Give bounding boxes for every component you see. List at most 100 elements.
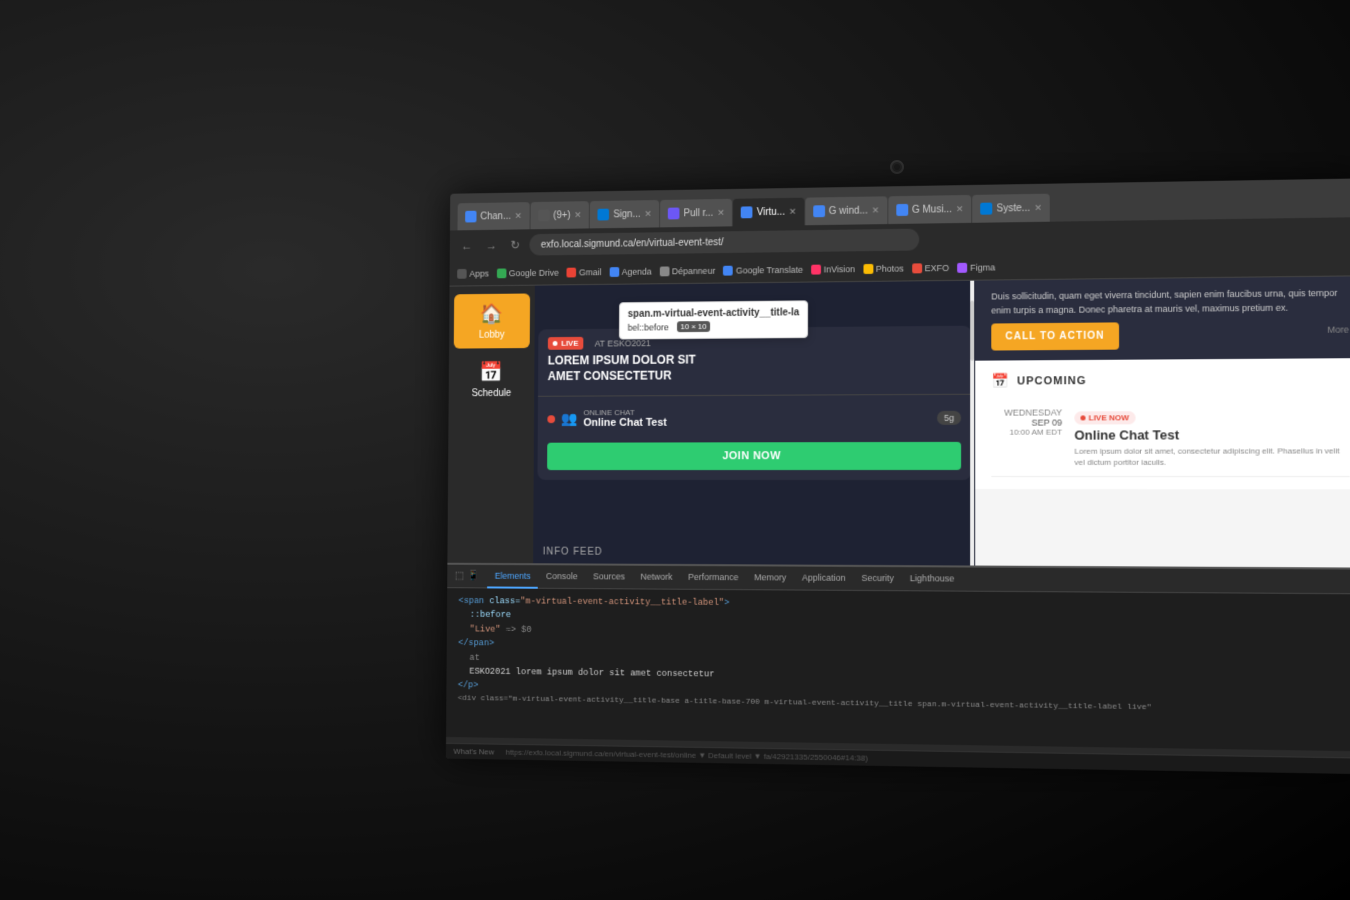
chat-row: 👥 ONLINE CHAT Online Chat Test 5g [538, 401, 971, 435]
devtools-tab-lighthouse[interactable]: Lighthouse [902, 567, 962, 591]
devtools-tab-elements[interactable]: Elements [487, 564, 538, 588]
event-date: WEDNESDAY SEP 09 10:00 AM EDT [991, 407, 1062, 468]
drive-icon [496, 268, 506, 278]
tab-close-icon[interactable]: ✕ [1034, 202, 1042, 213]
bookmark-label: Agenda [622, 266, 652, 276]
tab-label: Pull r... [684, 207, 714, 218]
bookmark-label: EXFO [925, 263, 950, 273]
bookmark-depanneur[interactable]: Dépanneur [659, 265, 715, 275]
upcoming-section: 📅 UPCOMING WEDNESDAY SEP 09 10:00 AM EDT [975, 358, 1350, 490]
bookmark-label: Apps [469, 268, 488, 278]
bookmark-label: Google Drive [509, 267, 559, 277]
tab-sign[interactable]: Sign... ✕ [590, 200, 659, 228]
tab-wind[interactable]: G wind... ✕ [805, 196, 887, 225]
event-sidebar: 🏠 Lobby 📅 Schedule [447, 286, 535, 564]
webcam [890, 160, 904, 174]
tab-chan[interactable]: Chan... ✕ [458, 202, 530, 230]
tab-sys[interactable]: Syste... ✕ [972, 194, 1049, 223]
event-row: WEDNESDAY SEP 09 10:00 AM EDT LIVE NOW O… [991, 398, 1349, 477]
tooltip-pseudo: bel::before [628, 322, 669, 332]
tab-virtual[interactable]: Virtu... ✕ [733, 198, 804, 227]
back-button[interactable]: ← [457, 237, 476, 255]
tab-label: (9+) [553, 210, 570, 221]
tab-label: G wind... [829, 205, 868, 216]
tab-close-icon[interactable]: ✕ [515, 210, 522, 221]
devtools-tab-security[interactable]: Security [854, 566, 902, 590]
activity-card: LIVE AT ESKO2021 LOREM IPSUM DOLOR SIT A… [537, 326, 971, 481]
bookmark-label: Dépanneur [672, 265, 715, 275]
sidebar-item-lobby[interactable]: 🏠 Lobby [454, 293, 530, 348]
join-button[interactable]: JOIN NOW [547, 442, 961, 470]
devtools-tab-application[interactable]: Application [794, 566, 854, 590]
gmail-icon [567, 267, 577, 277]
tab-close-icon[interactable]: ✕ [717, 207, 724, 218]
live-now-badge: LIVE NOW [1074, 411, 1135, 424]
devtools-element-picker[interactable]: ⬚ [455, 571, 464, 582]
bookmark-label: Google Translate [736, 264, 803, 275]
tab-music[interactable]: G Musi... ✕ [888, 195, 971, 224]
tab-favicon [538, 210, 550, 222]
scrollbar-thumb[interactable] [970, 301, 974, 361]
tab-pull[interactable]: Pull r... ✕ [660, 199, 732, 228]
event-details: LIVE NOW Online Chat Test Lorem ipsum do… [1074, 406, 1349, 468]
activity-divider [538, 394, 971, 397]
sidebar-item-schedule[interactable]: 📅 Schedule [453, 352, 529, 407]
activity-title: LOREM IPSUM DOLOR SIT AMET CONSECTETUR [548, 351, 961, 384]
cta-button[interactable]: CALL TO ACTION [991, 322, 1119, 350]
translate-icon [723, 265, 733, 275]
devtools-tab-performance[interactable]: Performance [680, 565, 746, 589]
devtools-tab-sources[interactable]: Sources [585, 565, 632, 589]
bookmark-invision[interactable]: InVision [811, 264, 855, 274]
event-name: Online Chat Test [1074, 427, 1349, 443]
event-right-panel: Duis sollicitudin, quam eget viverra tin… [975, 276, 1350, 567]
tab-close-icon[interactable]: ✕ [644, 208, 651, 219]
bookmark-agenda[interactable]: Agenda [609, 266, 652, 276]
tab-close-icon[interactable]: ✕ [872, 205, 879, 216]
bookmark-label: Figma [970, 262, 995, 272]
sidebar-lobby-label: Lobby [479, 330, 505, 341]
tab-notion[interactable]: (9+) ✕ [530, 201, 589, 229]
devtools-tab-network[interactable]: Network [633, 565, 681, 589]
more-link[interactable]: More [1327, 324, 1349, 334]
tab-label: Syste... [997, 202, 1031, 214]
event-description: Lorem ipsum dolor sit amet, consectetur … [1074, 445, 1349, 468]
info-feed-label: INFO FEED [533, 541, 975, 566]
forward-button[interactable]: → [482, 237, 501, 255]
devtools-responsive[interactable]: 📱 [468, 571, 480, 582]
bookmark-photos[interactable]: Photos [863, 263, 904, 273]
participant-count: 5g [937, 411, 961, 425]
tab-favicon [668, 208, 680, 220]
agenda-icon [609, 267, 619, 277]
calendar-upcoming-icon: 📅 [991, 372, 1009, 389]
banner-text: Duis sollicitudin, quam eget viverra tin… [991, 287, 1349, 318]
bookmark-translate[interactable]: Google Translate [723, 264, 803, 275]
screen: Chan... ✕ (9+) ✕ Sign... ✕ Pull r... ✕ V… [446, 178, 1350, 774]
devtools-tab-memory[interactable]: Memory [746, 566, 794, 590]
bookmark-apps[interactable]: Apps [457, 268, 489, 278]
bookmark-google-drive[interactable]: Google Drive [496, 267, 558, 277]
tab-favicon [813, 205, 825, 217]
bookmark-label: InVision [824, 264, 856, 274]
chat-icon: 👥 [561, 410, 578, 427]
right-banner: Duis sollicitudin, quam eget viverra tin… [975, 276, 1350, 360]
online-indicator [547, 415, 555, 423]
tab-close-icon[interactable]: ✕ [956, 204, 964, 215]
tab-close-icon[interactable]: ✕ [789, 206, 796, 217]
bookmark-label: Photos [876, 263, 904, 273]
url-input[interactable] [529, 229, 919, 256]
live-now-label: LIVE NOW [1089, 413, 1129, 422]
scrollbar-track[interactable] [970, 281, 974, 566]
live-dot [553, 341, 558, 346]
bookmark-gmail[interactable]: Gmail [567, 267, 602, 277]
bookmark-exfo[interactable]: EXFO [912, 263, 949, 273]
event-month-day: SEP 09 [991, 418, 1062, 428]
event-day: WEDNESDAY [991, 407, 1062, 417]
devtools-panel: ⬚ 📱 Elements Console Sources Network Per… [446, 563, 1350, 774]
tab-favicon [980, 203, 992, 215]
tab-close-icon[interactable]: ✕ [574, 210, 581, 221]
reload-button[interactable]: ↻ [507, 236, 524, 254]
tooltip-selector: span.m-virtual-event-activity__title-la [628, 307, 800, 319]
upcoming-header: 📅 UPCOMING [991, 370, 1349, 389]
bookmark-figma[interactable]: Figma [957, 262, 995, 272]
devtools-tab-console[interactable]: Console [538, 565, 585, 589]
